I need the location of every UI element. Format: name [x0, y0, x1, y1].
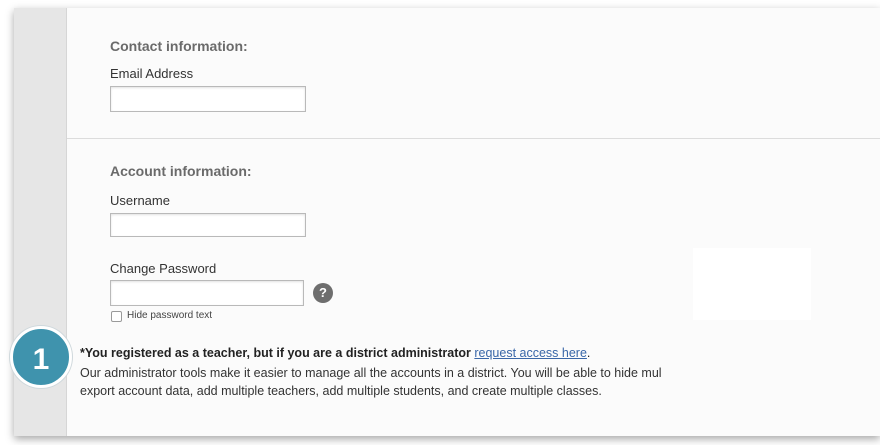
account-section-title: Account information:	[110, 163, 252, 179]
email-label: Email Address	[110, 66, 194, 81]
hide-password-label: Hide password text	[127, 310, 213, 321]
notice-link-suffix: .	[586, 346, 591, 360]
request-access-link[interactable]: request access here	[474, 346, 587, 360]
step-number-badge: 1	[10, 326, 72, 388]
administrator-notice: *You registered as a teacher, but if you…	[80, 346, 590, 360]
change-password-label: Change Password	[110, 261, 217, 276]
hide-password-checkbox[interactable]	[111, 311, 122, 322]
password-field[interactable]	[110, 280, 304, 306]
username-label: Username	[110, 193, 170, 208]
notice-bold-text: *You registered as a teacher, but if you…	[80, 346, 471, 360]
contact-section-title: Contact information:	[110, 38, 248, 54]
help-icon[interactable]: ?	[313, 283, 333, 303]
blank-area	[693, 248, 811, 320]
notice-description-line-2: export account data, add multiple teache…	[80, 384, 602, 398]
username-field[interactable]	[110, 213, 306, 237]
notice-description-line-1: Our administrator tools make it easier t…	[80, 366, 662, 380]
section-divider	[67, 138, 880, 139]
email-field[interactable]	[110, 86, 306, 112]
